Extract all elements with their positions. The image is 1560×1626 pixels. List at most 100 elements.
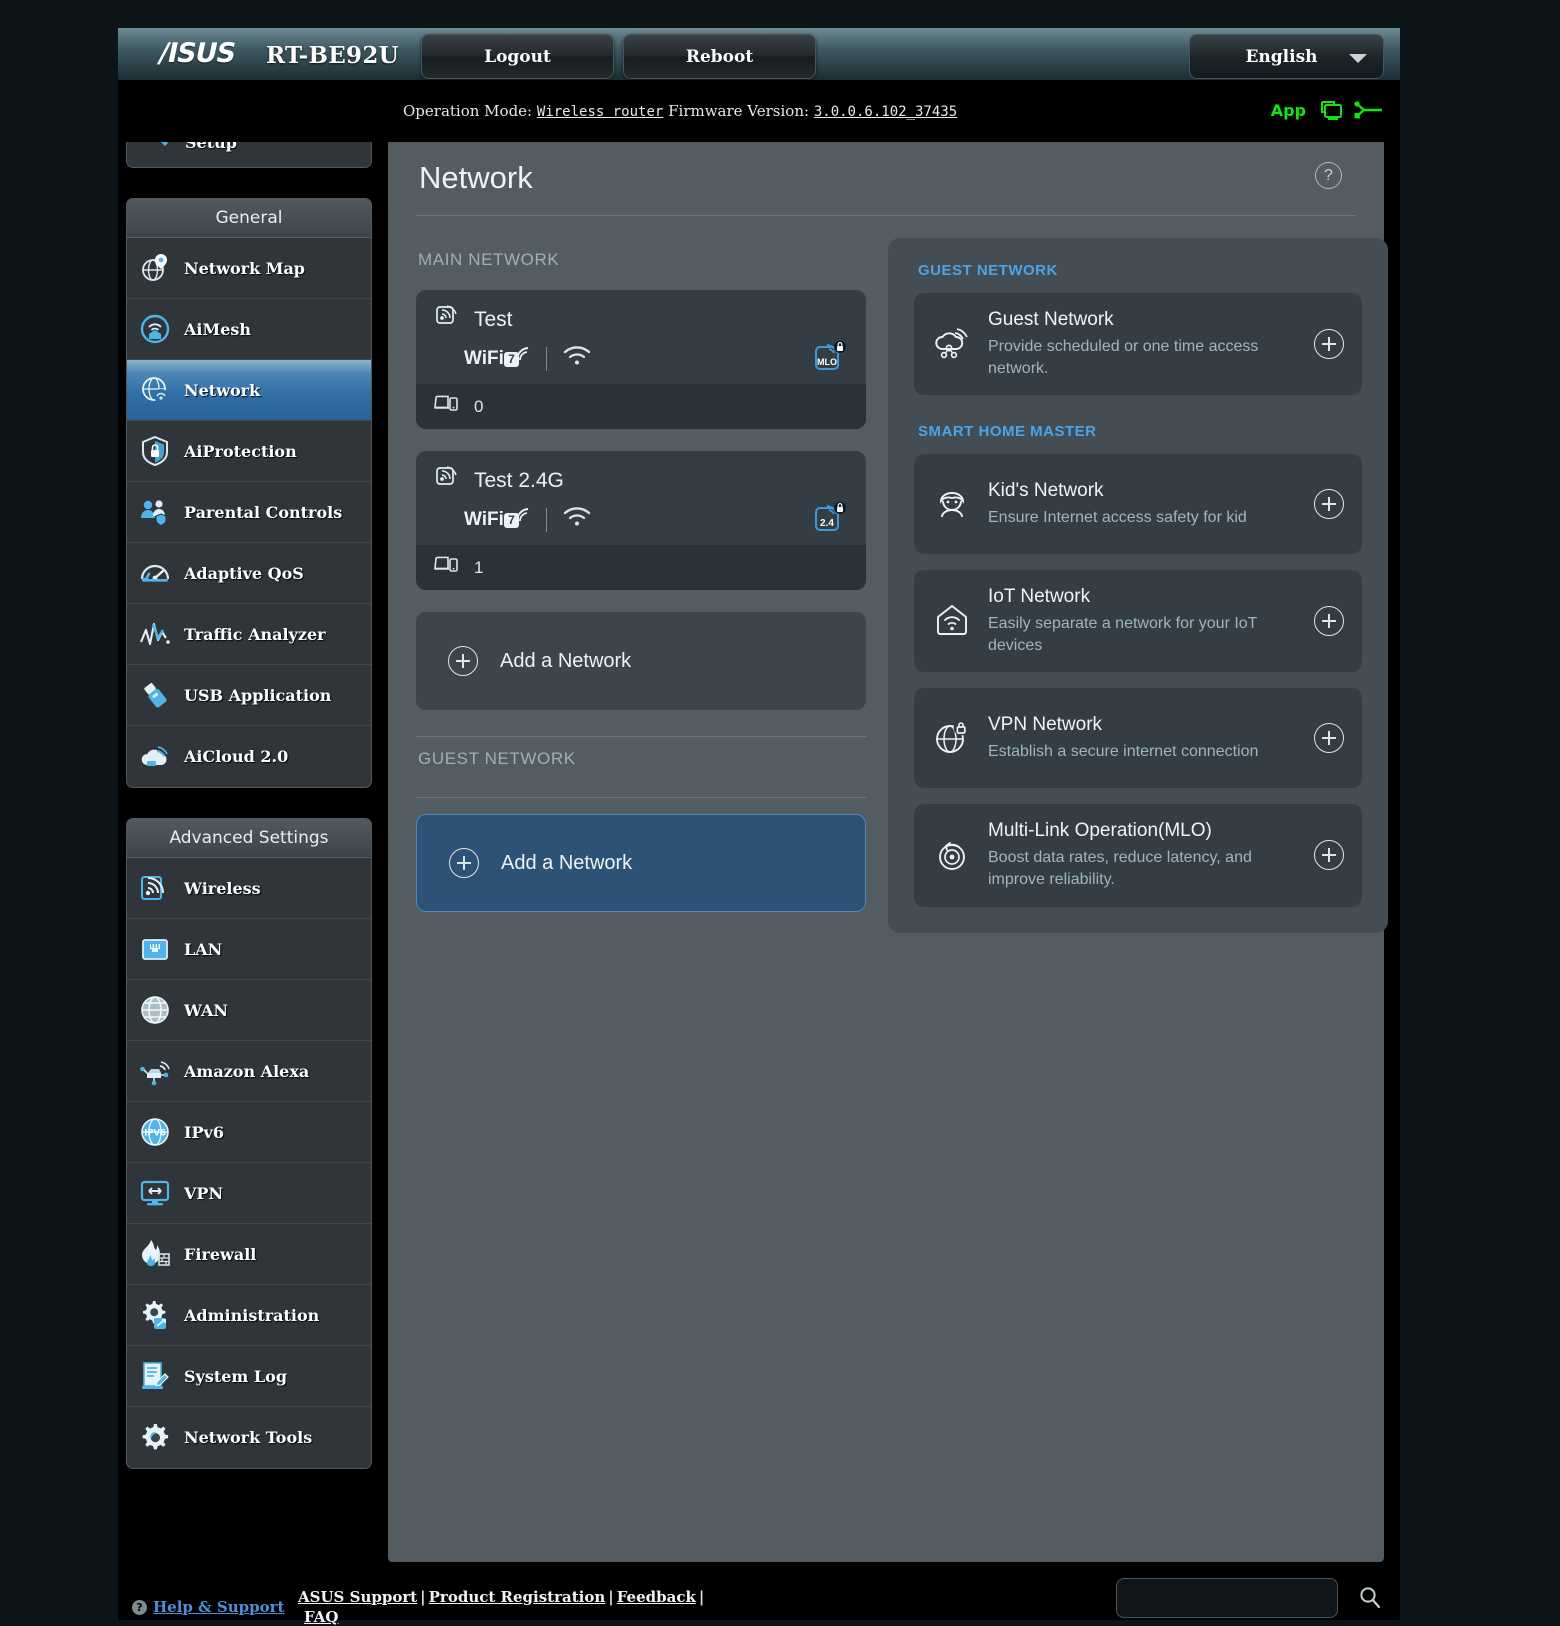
sidebar-item-network-tools[interactable]: Network Tools: [127, 1407, 371, 1468]
network-card-meta-row: WiFi 7: [434, 502, 848, 533]
reboot-button[interactable]: Reboot: [623, 34, 816, 79]
separator: |: [698, 1588, 705, 1606]
sidebar-item-lan[interactable]: LAN: [127, 919, 371, 980]
system-log-icon: [138, 1359, 172, 1393]
operation-mode-value[interactable]: Wireless router: [537, 104, 663, 120]
sidebar-item-parental-controls[interactable]: Parental Controls: [127, 482, 371, 543]
search-box[interactable]: [1116, 1578, 1338, 1618]
search-button[interactable]: [1348, 1578, 1392, 1618]
iot-network-icon: [932, 601, 972, 641]
sidebar-item-amazon-alexa[interactable]: Amazon Alexa: [127, 1041, 371, 1102]
feature-text: Guest Network Provide scheduled or one t…: [988, 309, 1298, 379]
general-section-header: General: [127, 199, 371, 238]
sidebar-label: IPv6: [184, 1122, 224, 1142]
feature-card-kids-network[interactable]: Kid's Network Ensure Internet access saf…: [914, 454, 1362, 555]
sidebar-label: WAN: [184, 1000, 228, 1020]
advanced-nav-block: Advanced Settings Wireless LAN WAN Amazo…: [126, 818, 372, 1469]
lan-port-icon: [138, 932, 172, 966]
screen-share-icon[interactable]: [1316, 98, 1344, 122]
kids-network-icon: [932, 484, 972, 524]
search-input[interactable]: [1117, 1579, 1337, 1617]
vpn-monitor-icon: [138, 1176, 172, 1210]
sidebar-item-network-map[interactable]: Network Map: [127, 238, 371, 299]
networks-column: MAIN NETWORK Test WiFi 7 MLO 0 Test 2.4G…: [416, 238, 866, 933]
feature-title: VPN Network: [988, 714, 1103, 736]
faq-link[interactable]: FAQ: [304, 1608, 338, 1626]
search-icon: [1360, 1587, 1381, 1609]
firmware-version-value[interactable]: 3.0.0.6.102_37435: [814, 104, 957, 120]
svg-text:IPV6: IPV6: [144, 1128, 166, 1138]
sidebar-label: Network Map: [184, 258, 305, 278]
sidebar-item-usb-application[interactable]: USB Application: [127, 665, 371, 726]
network-card-meta-row: WiFi 7: [434, 341, 848, 372]
feature-title: Guest Network: [988, 309, 1114, 330]
firewall-flame-icon: [138, 1237, 172, 1271]
sidebar-item-network[interactable]: Network: [127, 360, 371, 421]
network-ssid: Test: [474, 307, 513, 331]
add-feature-icon[interactable]: [1314, 329, 1344, 360]
ssid-broadcast-icon: [434, 304, 460, 335]
feature-card-vpn-network[interactable]: VPN Network Establish a secure internet …: [914, 688, 1362, 789]
add-feature-icon[interactable]: [1314, 489, 1344, 520]
add-network-label: Add a Network: [501, 851, 633, 874]
asus-support-link[interactable]: ASUS Support: [298, 1588, 417, 1606]
add-feature-icon[interactable]: [1314, 606, 1344, 637]
add-main-network-button[interactable]: Add a Network: [416, 612, 866, 710]
sidebar-label: VPN: [184, 1183, 224, 1203]
sidebar-label: Administration: [184, 1305, 320, 1325]
usb-icon: [138, 678, 172, 712]
sidebar-item-adaptive-qos[interactable]: Adaptive QoS: [127, 543, 371, 604]
network-map-icon: [138, 251, 172, 285]
sidebar-label: Adaptive QoS: [184, 563, 304, 583]
wireless-icon: [138, 871, 172, 905]
sidebar-item-system-log[interactable]: System Log: [127, 1346, 371, 1407]
vpn-network-icon: [932, 718, 972, 758]
sidebar-item-vpn[interactable]: VPN: [127, 1163, 371, 1224]
app-status-group: App: [1271, 98, 1384, 122]
network-card[interactable]: Test 2.4G WiFi 7 2.4 1: [416, 451, 866, 590]
sidebar-label: Network Tools: [184, 1428, 313, 1447]
ssid-broadcast-icon: [434, 465, 460, 496]
add-feature-icon[interactable]: [1314, 840, 1344, 871]
footer: ? Help & Support ASUS Support | Product Re…: [118, 1562, 1400, 1626]
firmware-label: Firmware Version:: [668, 102, 810, 120]
sidebar-item-wan[interactable]: WAN: [127, 980, 371, 1041]
sidebar-label: LAN: [184, 939, 223, 959]
sidebar-item-aicloud[interactable]: AiCloud 2.0: [127, 726, 371, 787]
sidebar-item-wireless[interactable]: Wireless: [127, 858, 371, 919]
add-feature-icon[interactable]: [1314, 723, 1344, 754]
guest-network-section-label: GUEST NETWORK: [418, 749, 576, 768]
add-guest-network-button[interactable]: Add a Network: [416, 814, 866, 912]
sidebar-item-aiprotection[interactable]: AiProtection: [127, 421, 371, 482]
usb-connector-icon[interactable]: [1354, 98, 1384, 122]
network-card-top: Test WiFi 7 MLO: [416, 290, 866, 384]
feature-text: IoT Network Easily separate a network fo…: [988, 586, 1298, 656]
feedback-link[interactable]: Feedback: [617, 1588, 696, 1606]
wifi-signal-icon: [563, 506, 591, 533]
sidebar-label: AiProtection: [184, 441, 297, 461]
wifi-standard-badge: WiFi 7: [464, 346, 530, 370]
sidebar-item-ipv6[interactable]: IPV6 IPv6: [127, 1102, 371, 1163]
sidebar-item-administration[interactable]: Administration: [127, 1285, 371, 1346]
globe-icon: [138, 993, 172, 1027]
feature-text: Kid's Network Ensure Internet access saf…: [988, 480, 1298, 529]
sidebar-item-firewall[interactable]: Firewall: [127, 1224, 371, 1285]
sidebar-item-traffic-analyzer[interactable]: Traffic Analyzer: [127, 604, 371, 665]
help-support-label: Help & Support: [153, 1598, 285, 1616]
feature-description: Establish a secure internet connection: [988, 743, 1259, 761]
help-icon[interactable]: ?: [1315, 162, 1342, 189]
network-tools-icon: [138, 1421, 172, 1455]
product-registration-link[interactable]: Product Registration: [429, 1588, 606, 1606]
language-selector[interactable]: English: [1189, 34, 1384, 79]
sidebar-item-aimesh[interactable]: AiMesh: [127, 299, 371, 360]
feature-card-mlo[interactable]: Multi-Link Operation(MLO) Boost data rat…: [914, 804, 1362, 907]
feature-card-iot-network[interactable]: IoT Network Easily separate a network fo…: [914, 570, 1362, 673]
ipv6-icon: IPV6: [138, 1115, 172, 1149]
feature-card-guest-network[interactable]: Guest Network Provide scheduled or one t…: [914, 293, 1362, 396]
sidebar-label: System Log: [184, 1366, 288, 1386]
wifi-standard-badge: WiFi 7: [464, 507, 530, 531]
help-and-support-link[interactable]: ? Help & Support: [132, 1598, 284, 1616]
network-card[interactable]: Test WiFi 7 MLO 0: [416, 290, 866, 429]
router-admin-window: /ISUS RT-BE92U Logout Reboot English Ope…: [118, 28, 1400, 1626]
logout-button[interactable]: Logout: [421, 34, 614, 79]
